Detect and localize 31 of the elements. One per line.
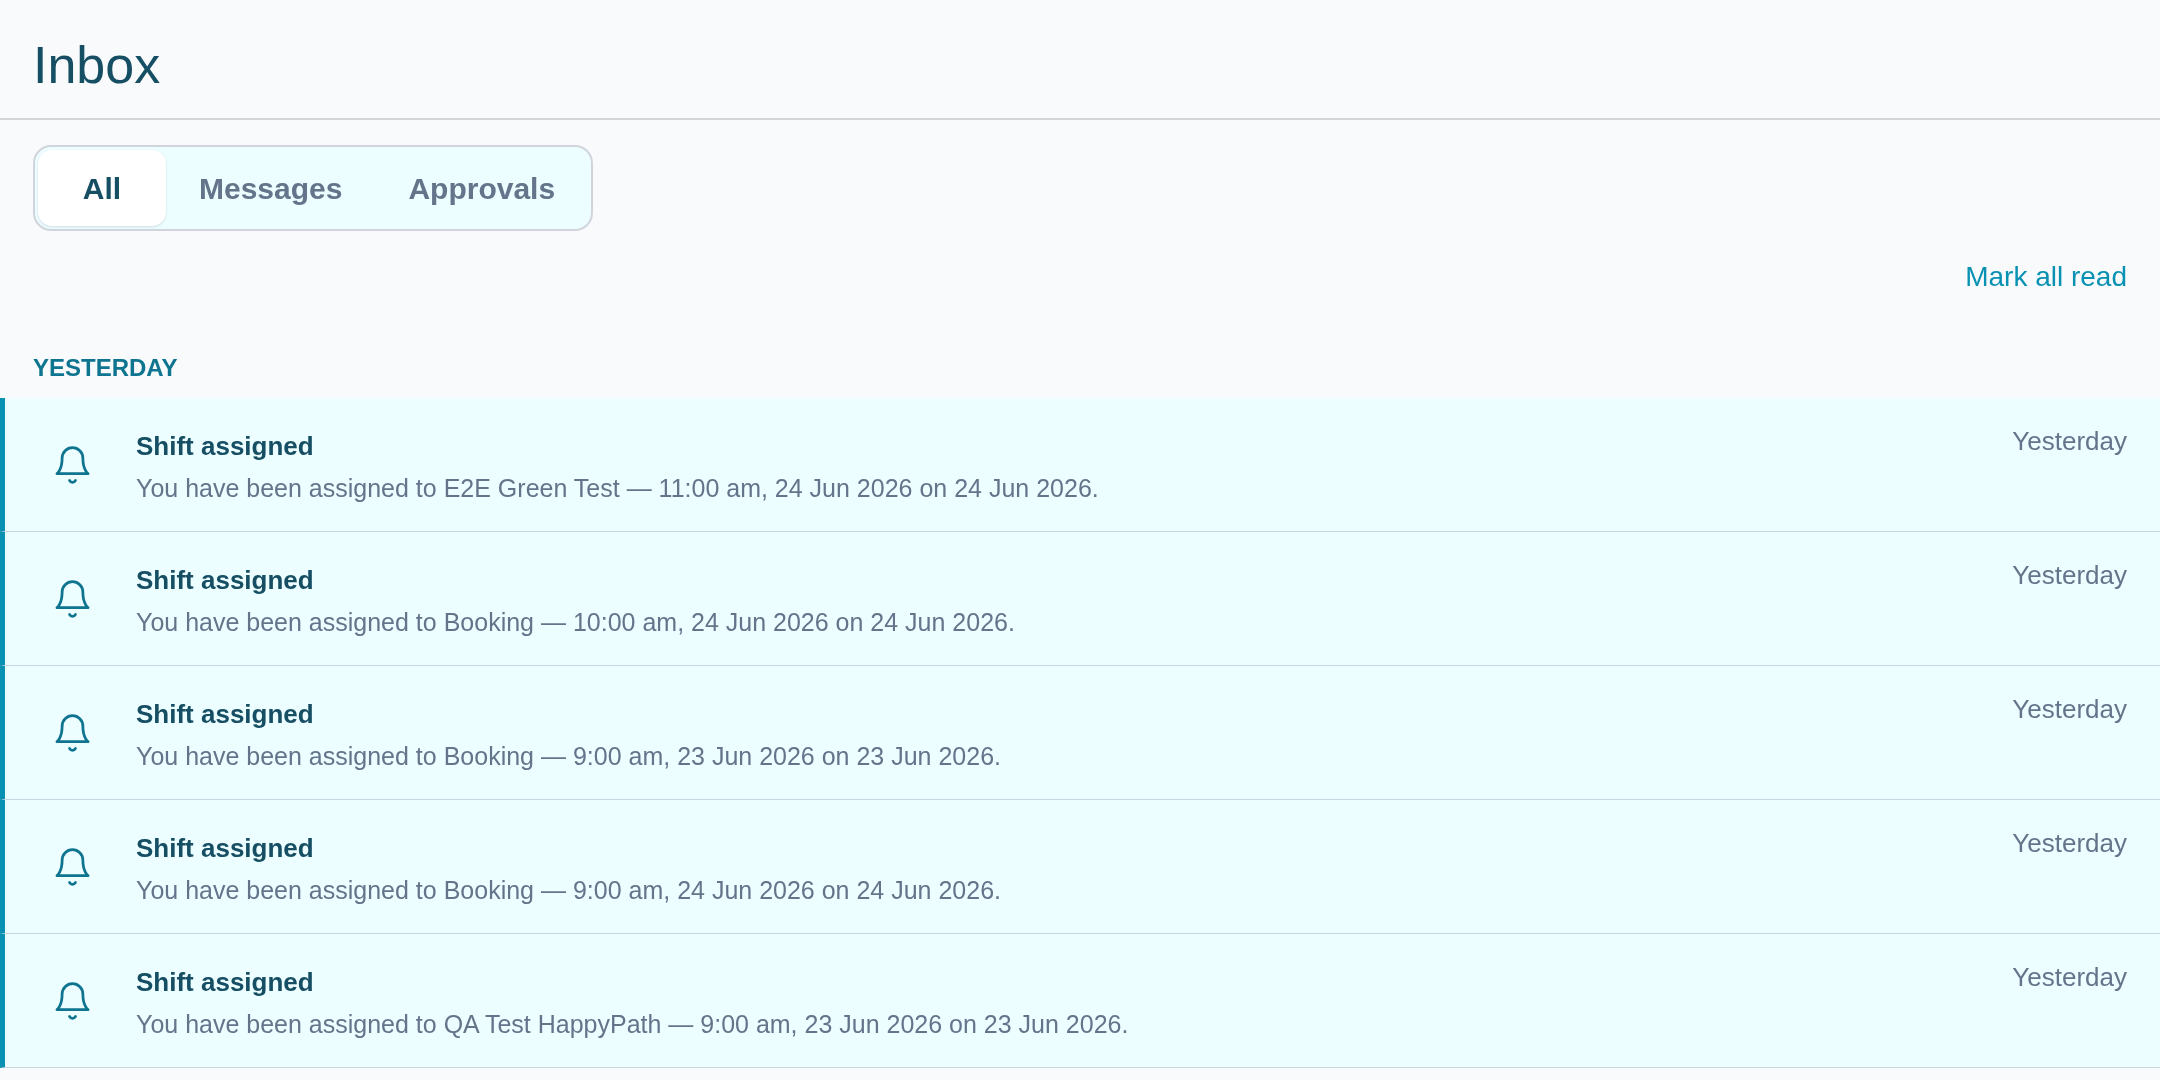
notification-message: You have been assigned to Booking — 10:00 am, 24 Jun 2026 on 24 Jun 2026. <box>136 607 1015 638</box>
notification-time: Yesterday <box>2012 828 2127 858</box>
notification-time: Yesterday <box>2012 962 2127 992</box>
notification-message: You have been assigned to Booking — 9:00 am, 23 Jun 2026 on 23 Jun 2026. <box>136 741 1001 772</box>
notification-row[interactable]: Shift assigned You have been assigned to Booking — 9:00 am, 23 Jun 2026 on 23 Jun 2026. Yesterday <box>0 666 2160 800</box>
bell-icon <box>55 848 90 886</box>
notification-time: Yesterday <box>2012 560 2127 590</box>
tab[interactable]: All <box>38 150 166 226</box>
notification-time: Yesterday <box>2012 426 2127 456</box>
mark-all-read-link[interactable]: Mark all read <box>1965 259 2127 295</box>
notification-row[interactable]: Shift assigned You have been assigned to Booking — 10:00 am, 24 Jun 2026 on 24 Jun 2026. Yesterday <box>0 532 2160 666</box>
notification-title: Shift assigned <box>136 966 314 999</box>
notification-title: Shift assigned <box>136 832 314 865</box>
notification-row[interactable]: Shift assigned You have been assigned to QA Test HappyPath — 9:00 am, 23 Jun 2026 on 23 Jun 2026. Yesterday <box>0 934 2160 1068</box>
notification-title: Shift assigned <box>136 430 314 463</box>
bell-icon <box>55 714 90 752</box>
notification-message: You have been assigned to E2E Green Test — 11:00 am, 24 Jun 2026 on 24 Jun 2026. <box>136 473 1099 504</box>
notification-row[interactable]: Shift assigned You have been assigned to E2E Green Test — 11:00 am, 24 Jun 2026 on 24 Jun 2026. Yesterday <box>0 398 2160 532</box>
notification-row[interactable]: Shift assigned You have been assigned to Booking — 9:00 am, 24 Jun 2026 on 24 Jun 2026. Yesterday <box>0 800 2160 934</box>
bell-icon <box>55 982 90 1020</box>
notification-message: You have been assigned to Booking — 9:00 am, 24 Jun 2026 on 24 Jun 2026. <box>136 875 1001 906</box>
notification-time: Yesterday <box>2012 694 2127 724</box>
notification-message: You have been assigned to QA Test HappyPath — 9:00 am, 23 Jun 2026 on 23 Jun 2026. <box>136 1009 1129 1040</box>
tab[interactable]: Approvals <box>375 150 589 226</box>
page-title: Inbox <box>33 39 161 91</box>
notification-title: Shift assigned <box>136 564 314 597</box>
tab[interactable]: Messages <box>166 150 376 226</box>
bell-icon <box>55 446 90 484</box>
bell-icon <box>55 580 90 618</box>
notification-title: Shift assigned <box>136 698 314 731</box>
group-heading: YESTERDAY <box>33 353 178 383</box>
